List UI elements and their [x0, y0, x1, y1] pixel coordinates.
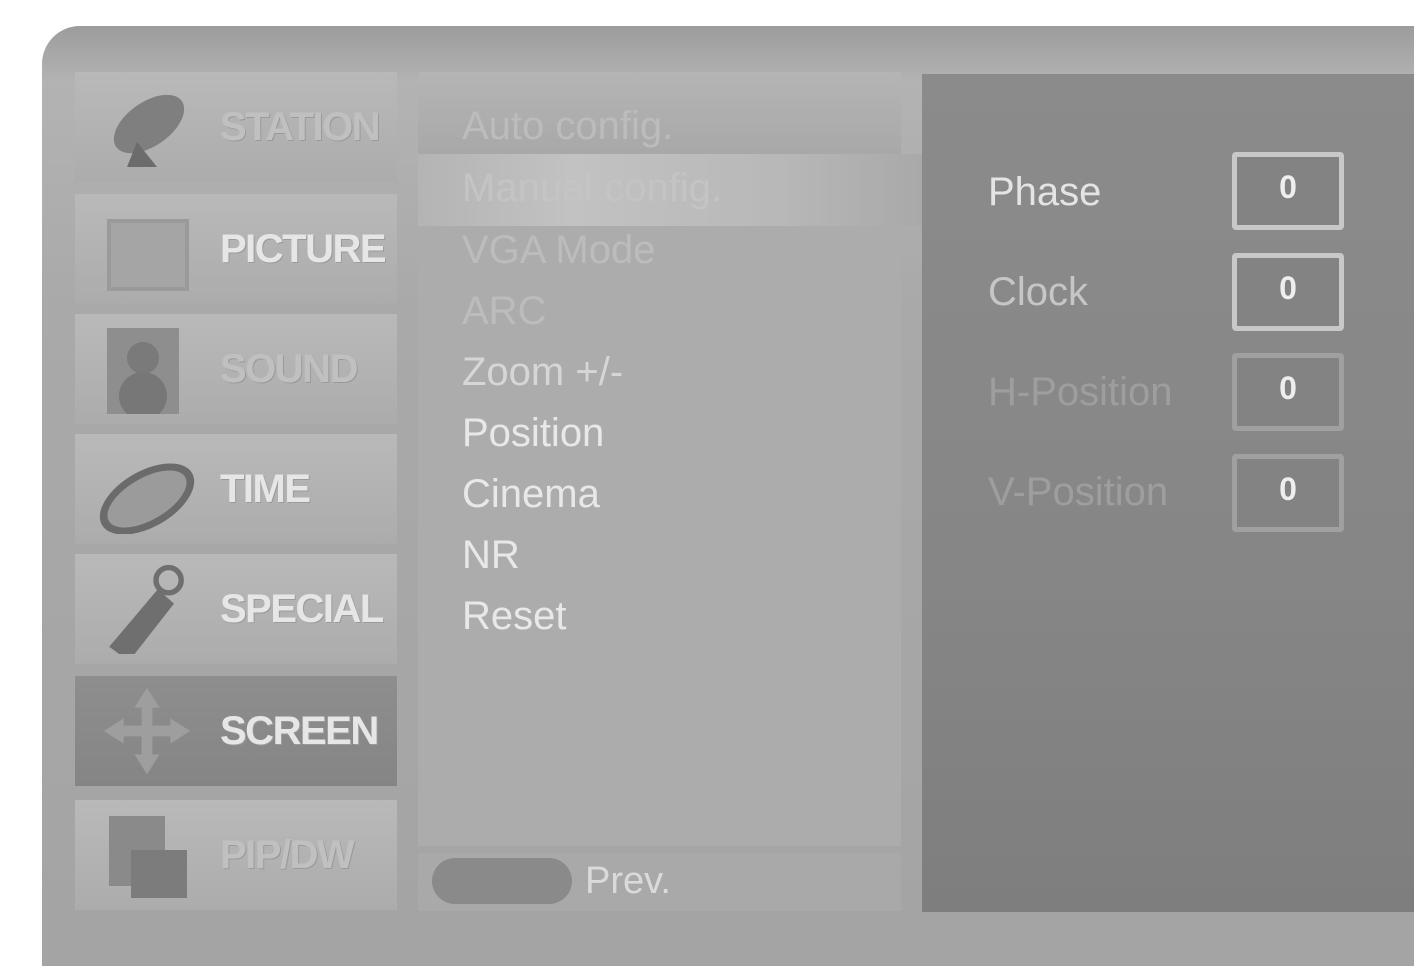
menu-item-auto-config[interactable]: Auto config.: [462, 104, 673, 149]
category-time[interactable]: TIME: [75, 434, 397, 544]
category-label: TIME: [220, 466, 311, 511]
category-screen[interactable]: SCREEN: [75, 676, 397, 786]
prev-label: Prev.: [585, 860, 671, 902]
speaker-icon: [107, 328, 179, 414]
category-label: STATION: [220, 104, 381, 149]
v-position-label: V-Position: [988, 470, 1169, 514]
phase-value-box[interactable]: 0: [1232, 152, 1344, 230]
menu-item-arc[interactable]: ARC: [462, 289, 546, 334]
h-position-value-box[interactable]: 0: [1232, 353, 1344, 431]
pip-windows-icon: [109, 816, 187, 898]
category-station[interactable]: STATION: [75, 72, 397, 182]
menu-item-nr[interactable]: NR: [462, 533, 520, 578]
category-label: PICTURE: [220, 226, 387, 271]
category-special[interactable]: SPECIAL: [75, 554, 397, 664]
tag-icon: [109, 564, 184, 654]
menu-item-reset[interactable]: Reset: [462, 594, 567, 639]
category-label: PIP/DW: [220, 832, 355, 877]
category-label: SCREEN: [220, 708, 379, 753]
h-position-value: 0: [1279, 370, 1297, 406]
menu-item-manual-config[interactable]: Manual config.: [462, 166, 722, 211]
menu-item-cinema[interactable]: Cinema: [462, 472, 600, 517]
category-pip-dw[interactable]: PIP/DW: [75, 800, 397, 910]
menu-item-position[interactable]: Position: [462, 411, 604, 456]
clock-value: 0: [1279, 270, 1297, 306]
h-position-label: H-Position: [988, 370, 1173, 414]
v-position-value: 0: [1279, 471, 1297, 507]
v-position-value-box[interactable]: 0: [1232, 454, 1344, 532]
category-sound[interactable]: SOUND: [75, 314, 397, 424]
clock-value-box[interactable]: 0: [1232, 253, 1344, 331]
satellite-dish-icon: [113, 94, 185, 167]
move-arrows-icon: [103, 687, 191, 775]
picture-frame-icon: [107, 219, 189, 291]
clock-label: Clock: [988, 270, 1089, 314]
category-label: SPECIAL: [220, 586, 384, 631]
menu-item-vga-mode[interactable]: VGA Mode: [462, 228, 655, 273]
category-picture[interactable]: PICTURE: [75, 194, 397, 304]
category-label: SOUND: [220, 346, 358, 391]
clock-disc-icon: [99, 463, 195, 534]
phase-value: 0: [1279, 169, 1297, 205]
menu-item-zoom[interactable]: Zoom +/-: [462, 350, 623, 395]
phase-label: Phase: [988, 170, 1102, 214]
prev-button-icon[interactable]: [432, 858, 572, 904]
